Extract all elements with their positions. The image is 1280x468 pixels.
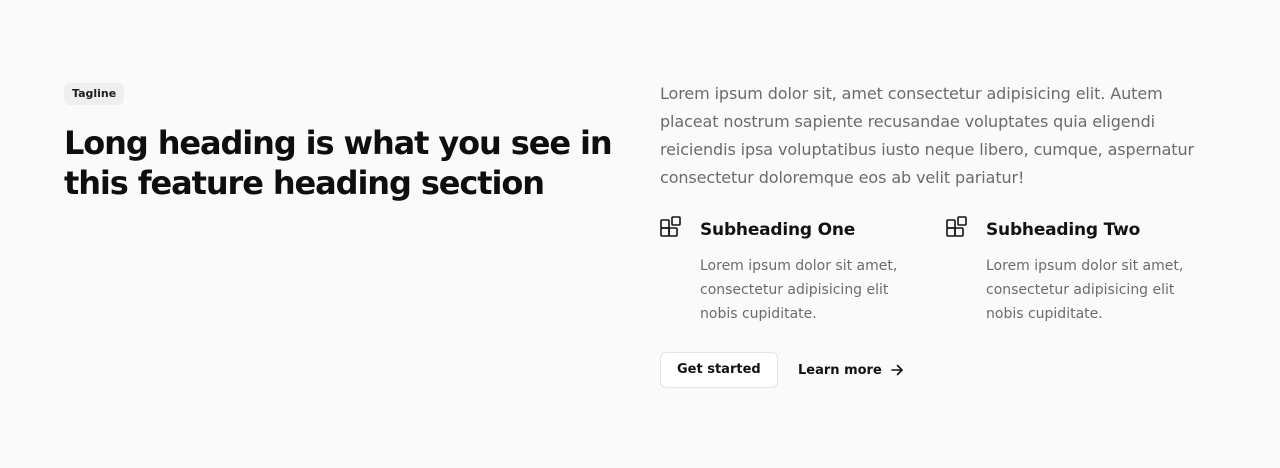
learn-more-link[interactable]: Learn more — [798, 352, 904, 388]
feature-title: Subheading Two — [986, 220, 1141, 240]
feature-title: Subheading One — [700, 220, 856, 240]
intro-paragraph: Lorem ipsum dolor sit, amet consectetur … — [660, 84, 1194, 187]
learn-more-label: Learn more — [798, 362, 882, 378]
feature-content: Lorem ipsum dolor sit, amet consectetur … — [660, 80, 1220, 388]
section-heading: Long heading is what you see in this fea… — [64, 124, 613, 202]
feature-list: Subheading One Lorem ipsum dolor sit ame… — [660, 216, 1220, 332]
action-group: Get started Learn more — [660, 352, 1220, 388]
layout-grid-icon — [946, 216, 968, 238]
tagline-badge: Tagline — [64, 83, 125, 105]
get-started-button[interactable]: Get started — [660, 352, 778, 388]
arrow-right-icon — [890, 363, 904, 377]
feature-description: Lorem ipsum dolor sit amet, consectetur … — [986, 258, 1184, 322]
feature-description: Lorem ipsum dolor sit amet, consectetur … — [700, 258, 898, 322]
layout-grid-icon — [660, 216, 682, 238]
feature-header: Tagline Long heading is what you see in … — [64, 82, 624, 203]
